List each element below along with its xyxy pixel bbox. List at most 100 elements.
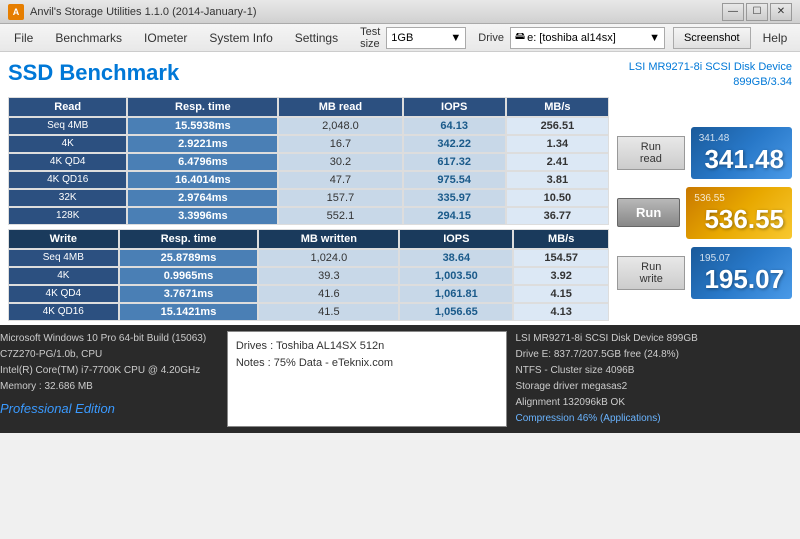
- read-header-row: Read Resp. time MB read IOPS MB/s: [8, 97, 609, 117]
- write-iops-1: 1,003.50: [399, 267, 513, 285]
- test-size-label: Test size: [356, 26, 384, 50]
- menu-help[interactable]: Help: [753, 28, 798, 48]
- bench-content: Read Resp. time MB read IOPS MB/s Seq 4M…: [8, 97, 792, 325]
- col-iops-w: IOPS: [399, 229, 513, 249]
- write-mb-0: 1,024.0: [258, 249, 399, 267]
- write-iops-0: 38.64: [399, 249, 513, 267]
- screenshot-button[interactable]: Screenshot: [673, 27, 751, 49]
- write-iops-3: 1,056.65: [399, 303, 513, 321]
- col-write: Write: [8, 229, 119, 249]
- device-line2: 899GB/3.34: [629, 75, 792, 90]
- right-line4: Storage driver megasas2: [515, 379, 800, 395]
- sys-line1: Microsoft Windows 10 Pro 64-bit Build (1…: [0, 331, 219, 347]
- read-mbs-1: 1.34: [506, 135, 609, 153]
- total-score-large: 536.55: [704, 204, 784, 235]
- read-score-area: Run read 341.48 341.48: [617, 127, 792, 179]
- read-resp-5: 3.3996ms: [127, 207, 278, 225]
- write-label-3: 4K QD16: [8, 303, 119, 321]
- write-header-row: Write Resp. time MB written IOPS MB/s: [8, 229, 609, 249]
- device-line1: LSI MR9271-8i SCSI Disk Device: [629, 60, 792, 75]
- read-mb-0: 2,048.0: [278, 117, 402, 135]
- write-mb-2: 41.6: [258, 285, 399, 303]
- read-mbs-4: 10.50: [506, 189, 609, 207]
- close-button[interactable]: ✕: [770, 3, 792, 21]
- pro-edition-label: Professional Edition: [0, 399, 219, 420]
- score-panel: Run read 341.48 341.48 Run 536.55 536.55…: [617, 97, 792, 325]
- read-resp-2: 6.4796ms: [127, 153, 278, 171]
- write-resp-2: 3.7671ms: [119, 285, 259, 303]
- app-icon: A: [8, 4, 24, 20]
- device-info: LSI MR9271-8i SCSI Disk Device 899GB/3.3…: [629, 60, 792, 91]
- drive-label: Drive: [474, 32, 508, 44]
- drive-line1: Drives : Toshiba AL14SX 512n: [236, 338, 499, 356]
- read-label-3: 4K QD16: [8, 171, 127, 189]
- read-score-small: 341.48: [699, 133, 730, 144]
- read-iops-1: 342.22: [403, 135, 506, 153]
- write-mbs-2: 4.15: [513, 285, 609, 303]
- write-score-row: Run write 195.07 195.07: [617, 247, 792, 299]
- menu-settings[interactable]: Settings: [285, 28, 348, 48]
- write-row-2: 4K QD4 3.7671ms 41.6 1,061.81 4.15: [8, 285, 609, 303]
- menu-iometer[interactable]: IOmeter: [134, 28, 197, 48]
- total-score-row: Run 536.55 536.55: [617, 187, 792, 239]
- test-size-dropdown[interactable]: 1GB ▼: [386, 27, 466, 49]
- write-score-small: 195.07: [699, 253, 730, 264]
- run-read-button[interactable]: Run read: [617, 136, 685, 170]
- read-score-row: Run read 341.48 341.48: [617, 127, 792, 179]
- test-size-value: 1GB: [391, 32, 413, 44]
- run-button[interactable]: Run: [617, 198, 680, 227]
- maximize-button[interactable]: ☐: [746, 3, 768, 21]
- dropdown-arrow-icon: ▼: [450, 32, 461, 44]
- right-line3: NTFS - Cluster size 4096B: [515, 363, 800, 379]
- write-mb-1: 39.3: [258, 267, 399, 285]
- read-row-0: Seq 4MB 15.5938ms 2,048.0 64.13 256.51: [8, 117, 609, 135]
- read-resp-0: 15.5938ms: [127, 117, 278, 135]
- minimize-button[interactable]: —: [722, 3, 744, 21]
- read-table: Read Resp. time MB read IOPS MB/s Seq 4M…: [8, 97, 609, 225]
- read-label-4: 32K: [8, 189, 127, 207]
- write-mbs-1: 3.92: [513, 267, 609, 285]
- read-iops-4: 335.97: [403, 189, 506, 207]
- read-mb-5: 552.1: [278, 207, 402, 225]
- sys-line2: C7Z270-PG/1.0b, CPU: [0, 347, 219, 363]
- bottom-left: Microsoft Windows 10 Pro 64-bit Build (1…: [0, 331, 219, 427]
- read-resp-3: 16.4014ms: [127, 171, 278, 189]
- read-row-5: 128K 3.3996ms 552.1 294.15 36.77: [8, 207, 609, 225]
- col-mb-read: MB read: [278, 97, 402, 117]
- write-resp-1: 0.9965ms: [119, 267, 259, 285]
- bench-tables: Read Resp. time MB read IOPS MB/s Seq 4M…: [8, 97, 609, 325]
- write-resp-3: 15.1421ms: [119, 303, 259, 321]
- write-mb-3: 41.5: [258, 303, 399, 321]
- right-line7[interactable]: Compression 46% (Applications): [515, 411, 800, 427]
- bottom-center: Drives : Toshiba AL14SX 512n Notes : 75%…: [227, 331, 508, 427]
- col-mb-written: MB written: [258, 229, 399, 249]
- menu-bar: File Benchmarks IOmeter System Info Sett…: [0, 24, 800, 52]
- drive-dropdown[interactable]: 🖴 e: [toshiba al14sx] ▼: [510, 27, 665, 49]
- read-score-box: 341.48 341.48: [691, 127, 792, 179]
- col-read: Read: [8, 97, 127, 117]
- read-mbs-3: 3.81: [506, 171, 609, 189]
- menu-file[interactable]: File: [4, 28, 43, 48]
- read-iops-3: 975.54: [403, 171, 506, 189]
- read-row-2: 4K QD4 6.4796ms 30.2 617.32 2.41: [8, 153, 609, 171]
- sys-line3: Intel(R) Core(TM) i7-7700K CPU @ 4.20GHz: [0, 363, 219, 379]
- col-iops: IOPS: [403, 97, 506, 117]
- drive-line2: Notes : 75% Data - eTeknix.com: [236, 355, 499, 373]
- run-write-button[interactable]: Run write: [617, 256, 685, 290]
- read-iops-5: 294.15: [403, 207, 506, 225]
- drive-value: e: [toshiba al14sx]: [527, 32, 616, 44]
- read-label-0: Seq 4MB: [8, 117, 127, 135]
- read-row-4: 32K 2.9764ms 157.7 335.97 10.50: [8, 189, 609, 207]
- write-label-1: 4K: [8, 267, 119, 285]
- read-iops-0: 64.13: [403, 117, 506, 135]
- read-mbs-5: 36.77: [506, 207, 609, 225]
- write-label-0: Seq 4MB: [8, 249, 119, 267]
- col-mbs-w: MB/s: [513, 229, 609, 249]
- read-resp-4: 2.9764ms: [127, 189, 278, 207]
- read-label-1: 4K: [8, 135, 127, 153]
- menu-benchmarks[interactable]: Benchmarks: [45, 28, 132, 48]
- bottom-right: LSI MR9271-8i SCSI Disk Device 899GB Dri…: [515, 331, 800, 427]
- menu-system-info[interactable]: System Info: [199, 28, 282, 48]
- window-title: Anvil's Storage Utilities 1.1.0 (2014-Ja…: [30, 6, 722, 18]
- right-line2: Drive E: 837.7/207.5GB free (24.8%): [515, 347, 800, 363]
